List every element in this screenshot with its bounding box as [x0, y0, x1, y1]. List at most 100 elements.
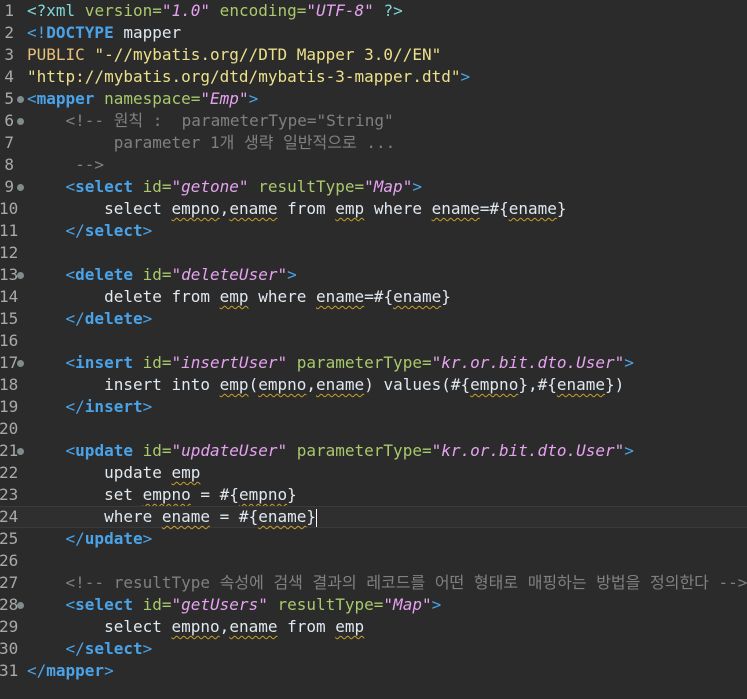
fold-toggle-icon[interactable]	[15, 88, 27, 110]
code-token: ename	[431, 199, 480, 218]
code-token: (	[248, 375, 259, 394]
code-line[interactable]: 22 update emp	[0, 462, 747, 484]
code-line[interactable]: 28 <select id="getUsers" resultType="Map…	[0, 594, 747, 616]
code-line[interactable]: 11 </select>	[0, 220, 747, 242]
code-line[interactable]: 7 parameter 1개 생략 일반적으로 ...	[0, 132, 747, 154]
code-token: <?	[27, 1, 47, 20]
code-token: "deleteUser"	[171, 265, 288, 284]
line-number: 30	[0, 639, 19, 658]
fold-toggle-icon[interactable]	[15, 352, 27, 374]
code-line[interactable]: 13 <delete id="deleteUser">	[0, 264, 747, 286]
code-token: "kr.or.bit.dto.User"	[431, 353, 625, 372]
code-text: </select>	[27, 638, 747, 660]
code-line[interactable]: 19 </insert>	[0, 396, 747, 418]
code-line[interactable]: 1 <?xml version="1.0" encoding="UTF-8" ?>	[0, 0, 747, 22]
code-line[interactable]: 14 delete from emp where ename=#{ename}	[0, 286, 747, 308]
code-line[interactable]: 8 -->	[0, 154, 747, 176]
line-number: 13	[0, 265, 19, 284]
fold-gutter	[15, 528, 27, 550]
code-line[interactable]: 30 </select>	[0, 638, 747, 660]
code-line[interactable]: 2 <!DOCTYPE mapper	[0, 22, 747, 44]
fold-toggle-icon[interactable]	[15, 594, 27, 616]
fold-gutter	[15, 66, 27, 88]
code-line[interactable]: 18 insert into emp(empno,ename) values(#…	[0, 374, 747, 396]
code-token: set	[27, 485, 143, 504]
line-number: 28	[0, 595, 19, 614]
code-token: <	[27, 353, 76, 372]
code-line[interactable]: 17 <insert id="insertUser" parameterType…	[0, 352, 747, 374]
code-token: emp	[219, 375, 249, 394]
code-line[interactable]: 20	[0, 418, 747, 440]
code-line[interactable]: 27 <!-- resultType 속성에 검색 결과의 레코드를 어떤 형태…	[0, 572, 747, 594]
code-line[interactable]: 3 PUBLIC "-//mybatis.org//DTD Mapper 3.0/…	[0, 44, 747, 66]
line-number: 24	[0, 507, 19, 526]
fold-toggle-icon[interactable]	[15, 110, 27, 132]
code-token: })	[605, 375, 625, 394]
code-text: <mapper namespace="Emp">	[27, 88, 747, 110]
code-token: emp	[219, 287, 249, 306]
code-token: empno	[238, 485, 288, 504]
code-token: DOCTYPE	[46, 23, 114, 42]
fold-gutter	[15, 396, 27, 418]
code-token: delete	[84, 309, 143, 328]
code-token: id=	[132, 265, 172, 284]
code-text: <select id="getone" resultType="Map">	[27, 176, 747, 198]
code-token: select	[27, 199, 172, 218]
code-token: ename	[229, 199, 278, 218]
code-token: insert into	[27, 375, 220, 394]
code-token: select	[75, 595, 133, 614]
code-line[interactable]: 26	[0, 550, 747, 572]
code-token: }	[306, 507, 317, 526]
code-line[interactable]: 15 </delete>	[0, 308, 747, 330]
code-token: ename	[556, 375, 606, 394]
code-line[interactable]: 29 select empno,ename from emp	[0, 616, 747, 638]
fold-gutter	[15, 484, 27, 506]
code-token: <!-- resultType 속성에 검색 결과의 레코드를 어떤 형태로 매…	[27, 573, 747, 592]
code-token: "getone"	[171, 177, 249, 196]
code-token: <!	[27, 23, 47, 42]
code-token: parameter 1개 생략 일반적으로 ...	[27, 133, 396, 152]
fold-toggle-icon[interactable]	[15, 440, 27, 462]
code-line[interactable]: 23 set empno = #{empno}	[0, 484, 747, 506]
code-token: >	[142, 397, 153, 416]
code-line[interactable]: 5 <mapper namespace="Emp">	[0, 88, 747, 110]
fold-toggle-icon[interactable]	[15, 176, 27, 198]
code-editor[interactable]: 1 <?xml version="1.0" encoding="UTF-8" ?>…	[0, 0, 747, 699]
code-token: >	[142, 221, 153, 240]
code-text: <!-- 원칙 : parameterType="String"	[27, 110, 747, 132]
code-line[interactable]: 25 </update>	[0, 528, 747, 550]
code-token: ename	[258, 507, 307, 526]
fold-gutter	[15, 286, 27, 308]
code-line[interactable]: 10 select empno,ename from emp where ena…	[0, 198, 747, 220]
code-line[interactable]: 21 <update id="updateUser" parameterType…	[0, 440, 747, 462]
code-text: </delete>	[27, 308, 747, 330]
fold-toggle-icon[interactable]	[15, 264, 27, 286]
fold-gutter	[15, 550, 27, 572]
code-token: mapper	[113, 23, 182, 42]
code-line[interactable]: 31 </mapper>	[0, 660, 747, 682]
code-line[interactable]: 6 <!-- 원칙 : parameterType="String"	[0, 110, 747, 132]
code-token: >	[142, 639, 153, 658]
code-token: >	[287, 265, 297, 284]
code-token: emp	[335, 617, 365, 636]
code-line[interactable]: 4 "http://mybatis.org/dtd/mybatis-3-mappe…	[0, 66, 747, 88]
code-line[interactable]: 9 <select id="getone" resultType="Map">	[0, 176, 747, 198]
fold-gutter	[15, 616, 27, 638]
line-number: 20	[0, 419, 19, 438]
code-token: emp	[335, 199, 365, 218]
line-number: 5	[4, 89, 14, 108]
code-token: empno	[470, 375, 519, 394]
line-number: 21	[0, 441, 19, 460]
code-token: "UTF-8"	[306, 1, 374, 20]
line-number: 31	[0, 661, 19, 680]
fold-gutter	[15, 198, 27, 220]
code-token: where	[248, 287, 316, 306]
code-line[interactable]: 16	[0, 330, 747, 352]
code-token: ,	[306, 375, 317, 394]
code-token: from	[277, 617, 336, 636]
code-line[interactable]: 24 where ename = #{ename}	[0, 506, 747, 528]
code-line[interactable]: 12	[0, 242, 747, 264]
